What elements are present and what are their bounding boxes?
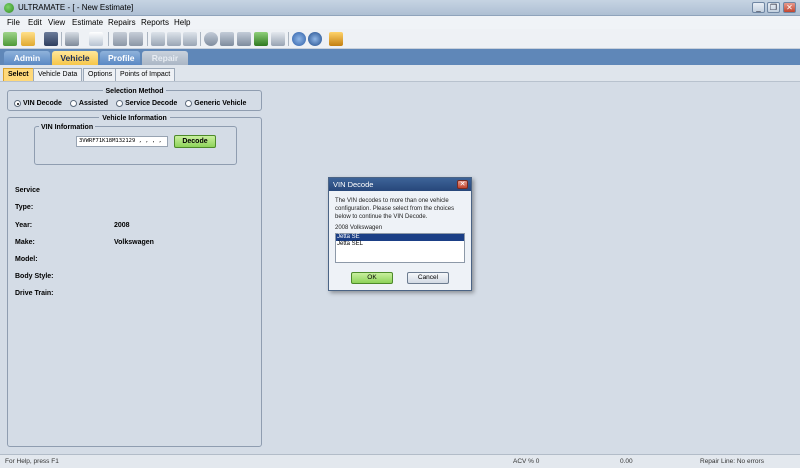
main-tab-strip: Admin Vehicle Profile Repair — [0, 49, 800, 65]
menu-estimate[interactable]: Estimate — [72, 18, 103, 27]
open-icon[interactable] — [21, 32, 35, 46]
dialog-title-bar: VIN Decode ✕ — [329, 178, 471, 191]
calculator-icon[interactable] — [237, 32, 251, 46]
tools-icon[interactable] — [329, 32, 343, 46]
status-repair-line: Repair Line: No errors — [700, 458, 764, 465]
menu-reports[interactable]: Reports — [141, 18, 169, 27]
toolbar-separator — [147, 32, 148, 46]
database-icon[interactable] — [220, 32, 234, 46]
field-label-type: Type: — [15, 204, 34, 211]
copy-icon[interactable] — [113, 32, 127, 46]
selection-method-title: Selection Method — [8, 86, 261, 95]
sub-tab-strip: Select Vehicle Data Options Points of Im… — [0, 65, 800, 82]
table-icon[interactable] — [183, 32, 197, 46]
radio-service-decode[interactable]: Service Decode — [116, 100, 177, 107]
radio-indicator[interactable] — [185, 100, 193, 107]
menu-edit[interactable]: Edit — [28, 18, 42, 27]
toolbar-separator — [61, 32, 62, 46]
radio-label: Generic Vehicle — [194, 100, 247, 107]
ok-button[interactable]: OK — [351, 272, 393, 284]
new-icon[interactable] — [3, 32, 17, 46]
selection-method-group: Selection Method VIN Decode Assisted Ser… — [7, 88, 262, 111]
subtab-points-of-impact[interactable]: Points of Impact — [115, 68, 176, 81]
tab-profile[interactable]: Profile — [100, 51, 140, 65]
grid-icon[interactable] — [167, 32, 181, 46]
tab-admin[interactable]: Admin — [4, 51, 50, 65]
list-item[interactable]: Jetta SEL — [336, 241, 464, 248]
field-value-make: Volkswagen — [114, 239, 154, 246]
help-icon[interactable] — [308, 32, 322, 46]
list-icon[interactable] — [151, 32, 165, 46]
title-bar: ULTRAMATE - [ - New Estimate] _ ❐ ✕ — [0, 0, 800, 16]
save-icon[interactable] — [44, 32, 58, 46]
menu-bar: File Edit View Estimate Repairs Reports … — [0, 16, 800, 29]
radio-indicator[interactable] — [116, 100, 124, 107]
tab-vehicle[interactable]: Vehicle — [52, 51, 98, 65]
subtab-options[interactable]: Options — [83, 68, 118, 81]
monitor-icon[interactable] — [254, 32, 268, 46]
radio-indicator[interactable] — [14, 100, 21, 107]
decode-button[interactable]: Decode — [174, 135, 216, 148]
radio-label: VIN Decode — [23, 100, 62, 107]
vin-information-title: VIN Information — [39, 124, 96, 131]
restore-button[interactable]: ❐ — [767, 2, 780, 13]
vin-decode-dialog: VIN Decode ✕ The VIN decodes to more tha… — [328, 177, 472, 291]
vehicle-information-title: Vehicle Information — [8, 113, 261, 122]
radio-label: Assisted — [78, 100, 109, 107]
subtab-vehicle-data[interactable]: Vehicle Data — [33, 68, 83, 81]
minimize-button[interactable]: _ — [752, 2, 765, 13]
menu-file[interactable]: File — [7, 18, 20, 27]
web-icon[interactable] — [292, 32, 306, 46]
vehicle-information-group: Vehicle Information VIN Information 3VWR… — [7, 115, 262, 447]
report-icon[interactable] — [89, 32, 103, 46]
radio-label: Service Decode — [125, 100, 178, 107]
field-label-year: Year: — [15, 222, 33, 229]
card-icon[interactable] — [271, 32, 285, 46]
tab-repair[interactable]: Repair — [142, 51, 188, 65]
field-label-service: Service — [15, 187, 40, 194]
selection-method-options: VIN Decode Assisted Service Decode Gener… — [14, 100, 246, 107]
subtab-select[interactable]: Select — [3, 68, 34, 81]
toolbar — [0, 29, 800, 49]
status-acv: ACV % 0 — [513, 458, 540, 465]
field-label-make: Make: — [15, 239, 35, 246]
status-bar: For Help, press F1 ACV % 0 0.00 Repair L… — [0, 454, 800, 468]
radio-assisted[interactable]: Assisted — [69, 100, 109, 107]
field-label-body-style: Body Style: — [15, 273, 54, 280]
field-label-drive-train: Drive Train: — [15, 290, 54, 297]
dialog-close-icon[interactable]: ✕ — [457, 180, 468, 189]
field-label-model: Model: — [15, 256, 38, 263]
print-icon[interactable] — [65, 32, 79, 46]
cancel-button[interactable]: Cancel — [407, 272, 449, 284]
menu-help[interactable]: Help — [174, 18, 190, 27]
dialog-title: VIN Decode — [333, 180, 374, 189]
status-amount: 0.00 — [620, 458, 633, 465]
paste-icon[interactable] — [129, 32, 143, 46]
app-icon — [4, 3, 14, 13]
toolbar-separator — [200, 32, 201, 46]
dialog-list-label: 2008 Volkswagen — [335, 225, 383, 231]
vehicle-options-list[interactable]: Jetta SE Jetta SEL — [335, 233, 465, 263]
vin-information-group: VIN Information 3VWRF71K18M132129 , , , … — [34, 124, 237, 165]
menu-repairs[interactable]: Repairs — [108, 18, 136, 27]
radio-generic-vehicle[interactable]: Generic Vehicle — [185, 100, 246, 107]
close-button[interactable]: ✕ — [783, 2, 796, 13]
list-item[interactable]: Jetta SE — [336, 234, 464, 241]
toolbar-separator — [108, 32, 109, 46]
radio-vin-decode[interactable]: VIN Decode — [14, 100, 62, 107]
radio-indicator[interactable] — [69, 100, 77, 107]
field-value-year: 2008 — [114, 222, 130, 229]
toolbar-separator — [288, 32, 289, 46]
menu-view[interactable]: View — [48, 18, 65, 27]
window-title: ULTRAMATE - [ - New Estimate] — [18, 3, 134, 12]
search-icon[interactable] — [204, 32, 218, 46]
vin-input[interactable]: 3VWRF71K18M132129 , , , , — [76, 136, 168, 147]
status-help: For Help, press F1 — [5, 458, 59, 465]
dialog-message: The VIN decodes to more than one vehicle… — [335, 198, 455, 220]
